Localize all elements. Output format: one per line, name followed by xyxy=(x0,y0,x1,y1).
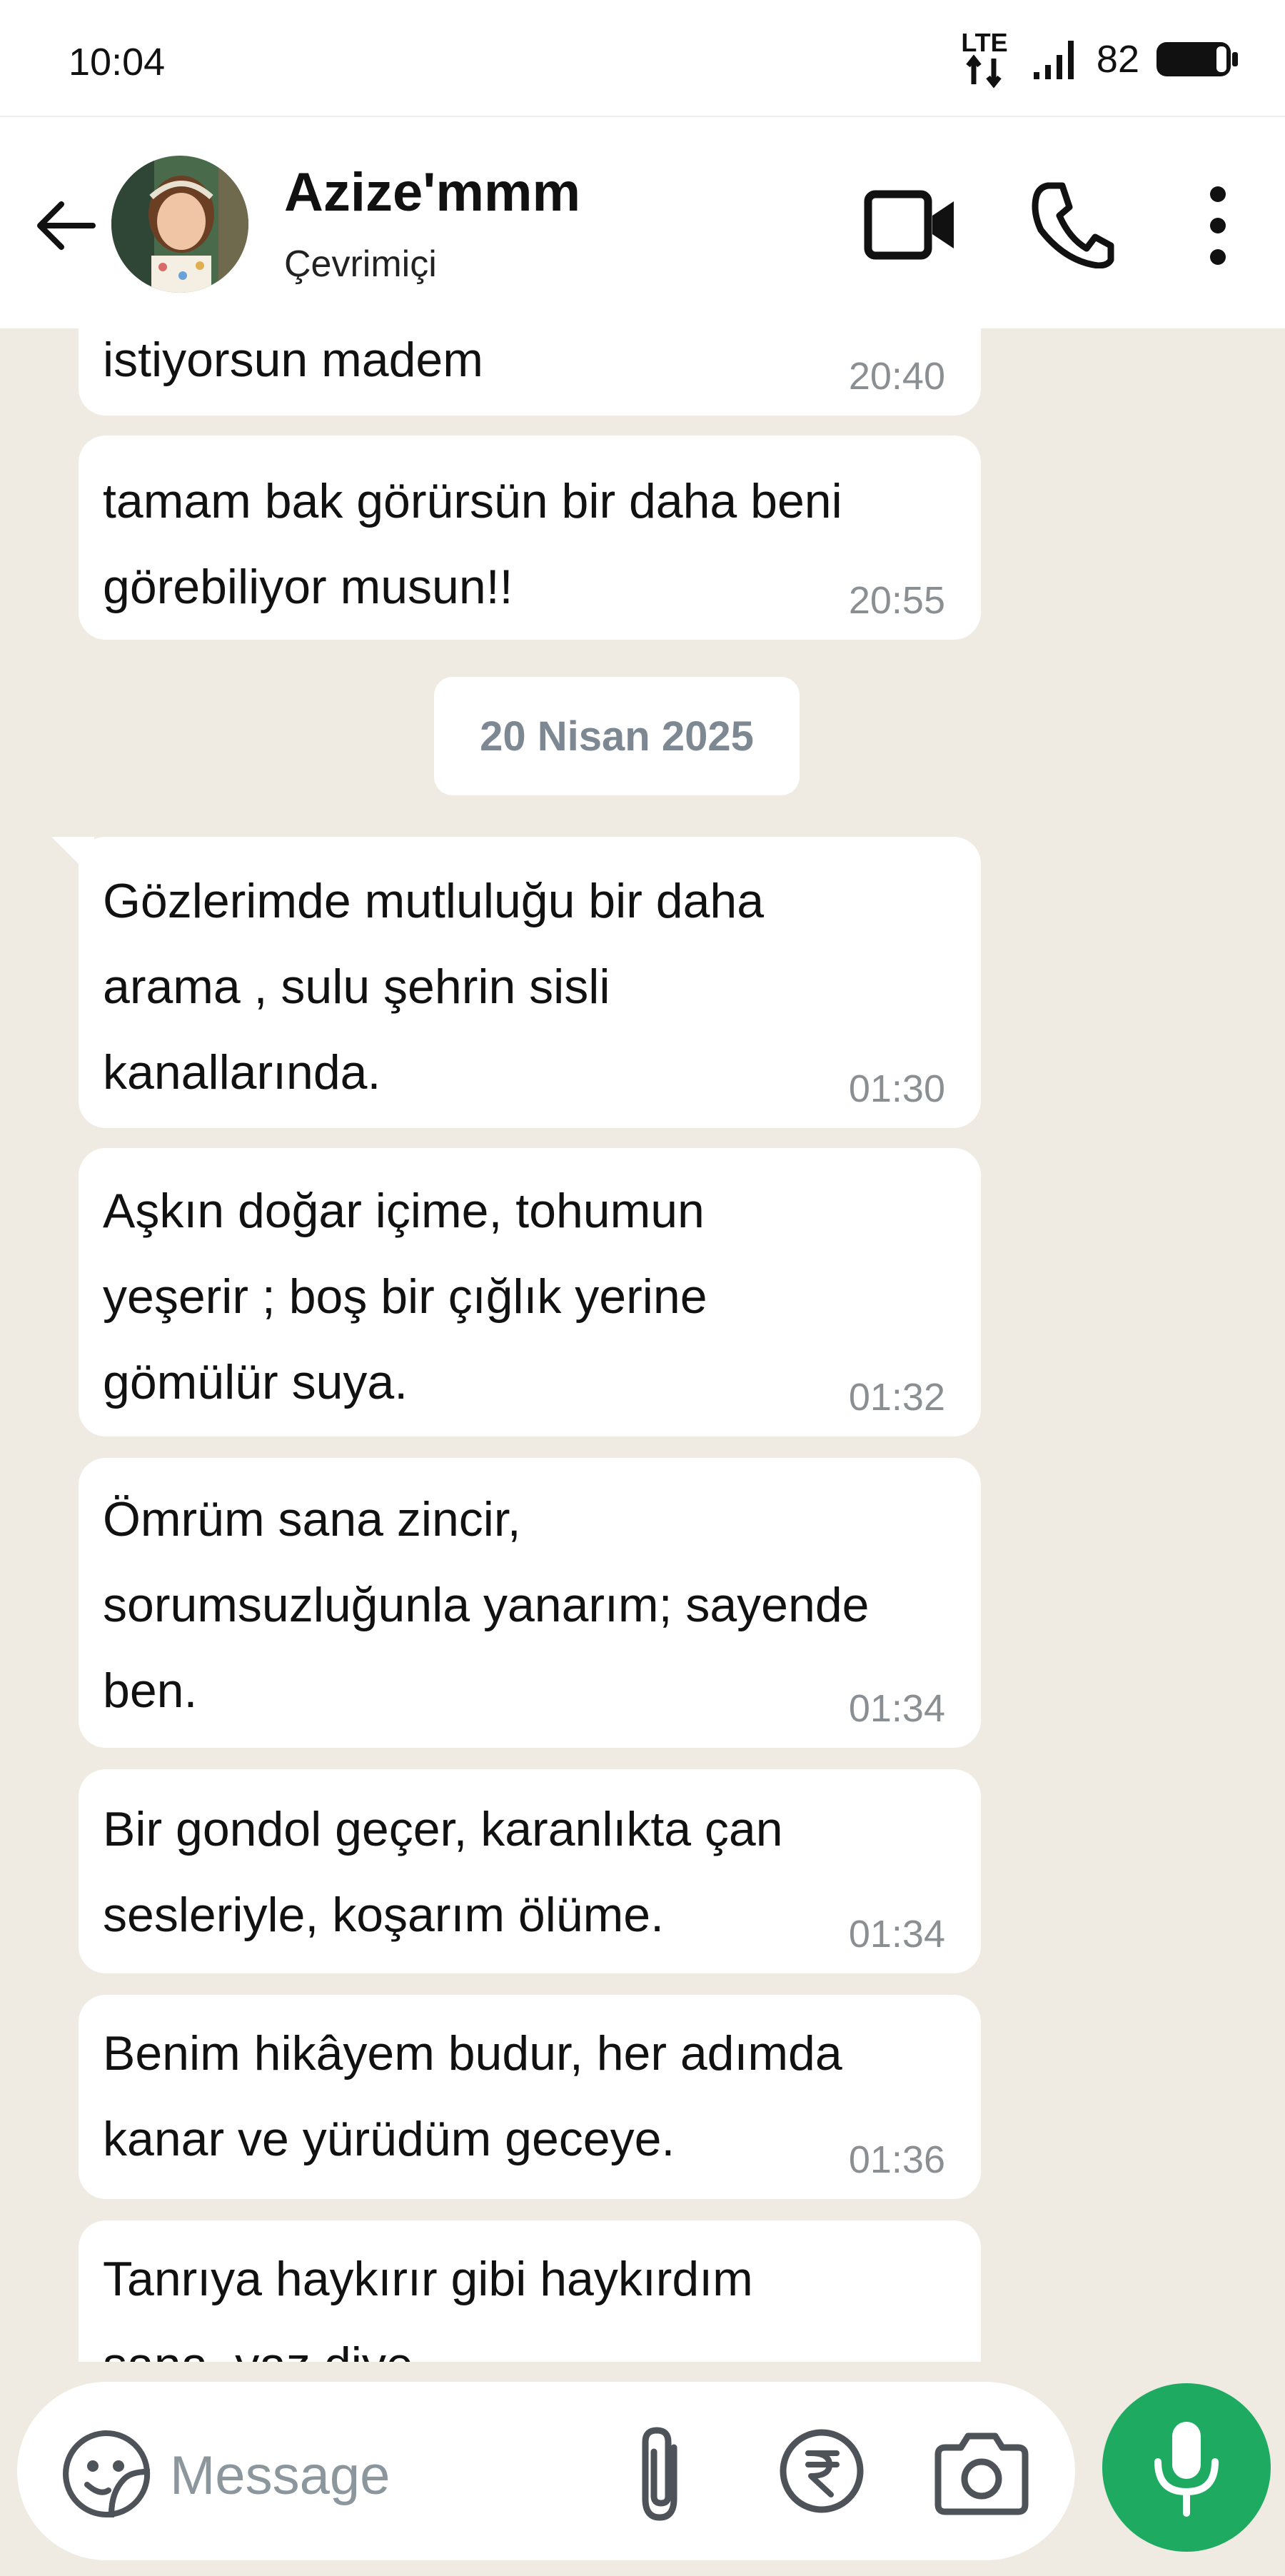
chat-area[interactable]: istiyorsun madem 20:40 tamam bak görürsü… xyxy=(0,327,1285,2362)
camera-icon[interactable] xyxy=(928,2426,1035,2519)
message-text: tamam bak görürsün bir daha beni görebil… xyxy=(103,474,842,614)
message-text: Bir gondol geçer, karanlıkta çan sesleri… xyxy=(103,1802,783,1942)
message-time: 01:36 xyxy=(848,2138,945,2181)
message-text: Aşkın doğar içime, tohumun yeşerir ; boş… xyxy=(103,1184,707,1409)
signal-icon xyxy=(1033,41,1074,79)
battery-icon xyxy=(1156,42,1238,76)
attach-icon[interactable] xyxy=(623,2422,701,2526)
message-input-container xyxy=(17,2382,1075,2560)
message-time: 01:34 xyxy=(848,1687,945,1730)
message-bubble[interactable]: Benim hikâyem budur, her adımda kanar ve… xyxy=(79,1995,981,2199)
status-time: 10:04 xyxy=(69,41,166,84)
battery-level: 82 xyxy=(1096,38,1139,81)
contact-name[interactable]: Azize'mmm xyxy=(284,161,580,223)
message-bubble[interactable]: Ömrüm sana zincir, sorumsuzluğunla yanar… xyxy=(79,1458,981,1748)
message-bubble[interactable]: Gözlerimde mutluluğu bir daha arama , su… xyxy=(79,837,981,1128)
message-text: Gözlerimde mutluluğu bir daha arama , su… xyxy=(103,874,765,1100)
message-input[interactable] xyxy=(168,2425,571,2526)
message-time: 01:30 xyxy=(848,1067,945,1110)
message-bubble[interactable]: Tanrıya haykırır gibi haykırdım sana, ya… xyxy=(79,2220,981,2362)
voice-record-button[interactable] xyxy=(1102,2383,1271,2552)
message-time: 01:32 xyxy=(848,1376,945,1419)
message-bubble[interactable]: tamam bak görürsün bir daha beni görebil… xyxy=(79,436,981,640)
status-icons: LTE 82 xyxy=(952,27,1239,91)
microphone-icon xyxy=(1154,2422,1219,2517)
sticker-icon[interactable] xyxy=(60,2427,153,2520)
payment-icon[interactable] xyxy=(777,2426,867,2516)
message-text: Ömrüm sana zincir, sorumsuzluğunla yanar… xyxy=(103,1492,870,1718)
message-text: istiyorsun madem xyxy=(103,333,483,387)
message-bubble[interactable]: Aşkın doğar içime, tohumun yeşerir ; boş… xyxy=(79,1148,981,1437)
lte-icon: LTE xyxy=(961,28,1008,89)
phone-call-icon[interactable] xyxy=(1029,180,1115,268)
message-text: Tanrıya haykırır gibi haykırdım sana, ya… xyxy=(103,2252,753,2362)
more-vert-icon[interactable] xyxy=(1199,183,1236,268)
video-call-icon[interactable] xyxy=(861,180,961,268)
message-bubble[interactable]: Bir gondol geçer, karanlıkta çan sesleri… xyxy=(79,1769,981,1973)
status-bar: 10:04 LTE 82 xyxy=(0,0,1285,116)
message-time: 20:40 xyxy=(848,355,945,398)
message-time: 20:55 xyxy=(848,579,945,622)
avatar-photo xyxy=(111,156,248,293)
input-bar xyxy=(0,2362,1285,2576)
message-time: 01:34 xyxy=(848,1913,945,1956)
contact-status: Çevrimiçi xyxy=(284,243,437,285)
message-bubble[interactable]: istiyorsun madem 20:40 xyxy=(79,327,981,416)
svg-text:LTE: LTE xyxy=(961,28,1007,57)
chat-header: Azize'mmm Çevrimiçi xyxy=(0,116,1285,328)
date-separator: 20 Nisan 2025 xyxy=(434,677,800,795)
message-text: Benim hikâyem budur, her adımda kanar ve… xyxy=(103,2026,842,2166)
contact-avatar[interactable] xyxy=(111,156,248,293)
back-arrow-icon[interactable] xyxy=(31,191,100,260)
